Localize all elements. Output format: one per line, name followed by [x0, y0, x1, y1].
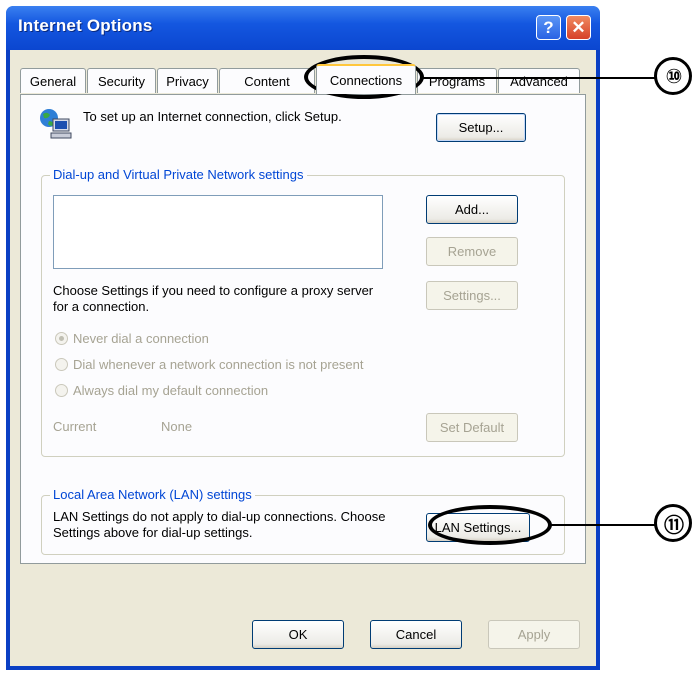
radio-dot: [55, 384, 68, 397]
add-button[interactable]: Add...: [426, 195, 518, 224]
radio-label: Never dial a connection: [73, 331, 209, 346]
title-bar: Internet Options ? ✕: [6, 6, 600, 50]
connections-listbox[interactable]: [53, 195, 383, 269]
dialog-client-area: General Security Privacy Content Connect…: [10, 50, 596, 666]
radio-dot: [55, 358, 68, 371]
callout-ring-lan-settings: [428, 505, 552, 545]
internet-options-window: Internet Options ? ✕ General Security Pr…: [6, 6, 600, 670]
close-button[interactable]: ✕: [566, 15, 591, 40]
callout-number-11: ⑪: [654, 504, 692, 542]
radio-never-dial[interactable]: Never dial a connection: [55, 331, 209, 346]
cancel-button[interactable]: Cancel: [370, 620, 462, 649]
callout-number-10: ⑩: [654, 57, 692, 95]
ok-button[interactable]: OK: [252, 620, 344, 649]
tab-connections[interactable]: Connections: [316, 64, 416, 94]
radio-label: Always dial my default connection: [73, 383, 269, 398]
lan-description: LAN Settings do not apply to dial-up con…: [53, 509, 386, 540]
radio-always-dial[interactable]: Always dial my default connection: [55, 383, 268, 398]
radio-dot: [55, 332, 68, 345]
radio-label: Dial whenever a network connection is no…: [73, 357, 364, 372]
tab-privacy[interactable]: Privacy: [157, 68, 218, 93]
radio-dial-whenever[interactable]: Dial whenever a network connection is no…: [55, 357, 364, 372]
tab-general[interactable]: General: [20, 68, 86, 93]
window-title: Internet Options: [18, 16, 153, 35]
help-button[interactable]: ?: [536, 15, 561, 40]
set-default-button[interactable]: Set Default: [426, 413, 518, 442]
current-value: None: [161, 419, 193, 434]
tab-programs[interactable]: Programs: [417, 68, 497, 93]
callout-line-10: [420, 77, 658, 79]
dialup-legend: Dial-up and Virtual Private Network sett…: [50, 167, 307, 182]
callout-line-11: [548, 524, 658, 526]
remove-button[interactable]: Remove: [426, 237, 518, 266]
tab-content[interactable]: Content: [219, 68, 315, 93]
setup-description: To set up an Internet connection, click …: [83, 109, 342, 124]
connections-panel: To set up an Internet connection, click …: [20, 94, 586, 564]
lan-legend: Local Area Network (LAN) settings: [50, 487, 255, 502]
proxy-description: Choose Settings if you need to configure…: [53, 283, 374, 314]
settings-button[interactable]: Settings...: [426, 281, 518, 310]
apply-button[interactable]: Apply: [488, 620, 580, 649]
tab-security[interactable]: Security: [87, 68, 156, 93]
globe-computer-icon: [40, 109, 72, 139]
tab-advanced[interactable]: Advanced: [498, 68, 580, 93]
current-label: Current: [53, 419, 97, 434]
setup-button[interactable]: Setup...: [436, 113, 526, 142]
